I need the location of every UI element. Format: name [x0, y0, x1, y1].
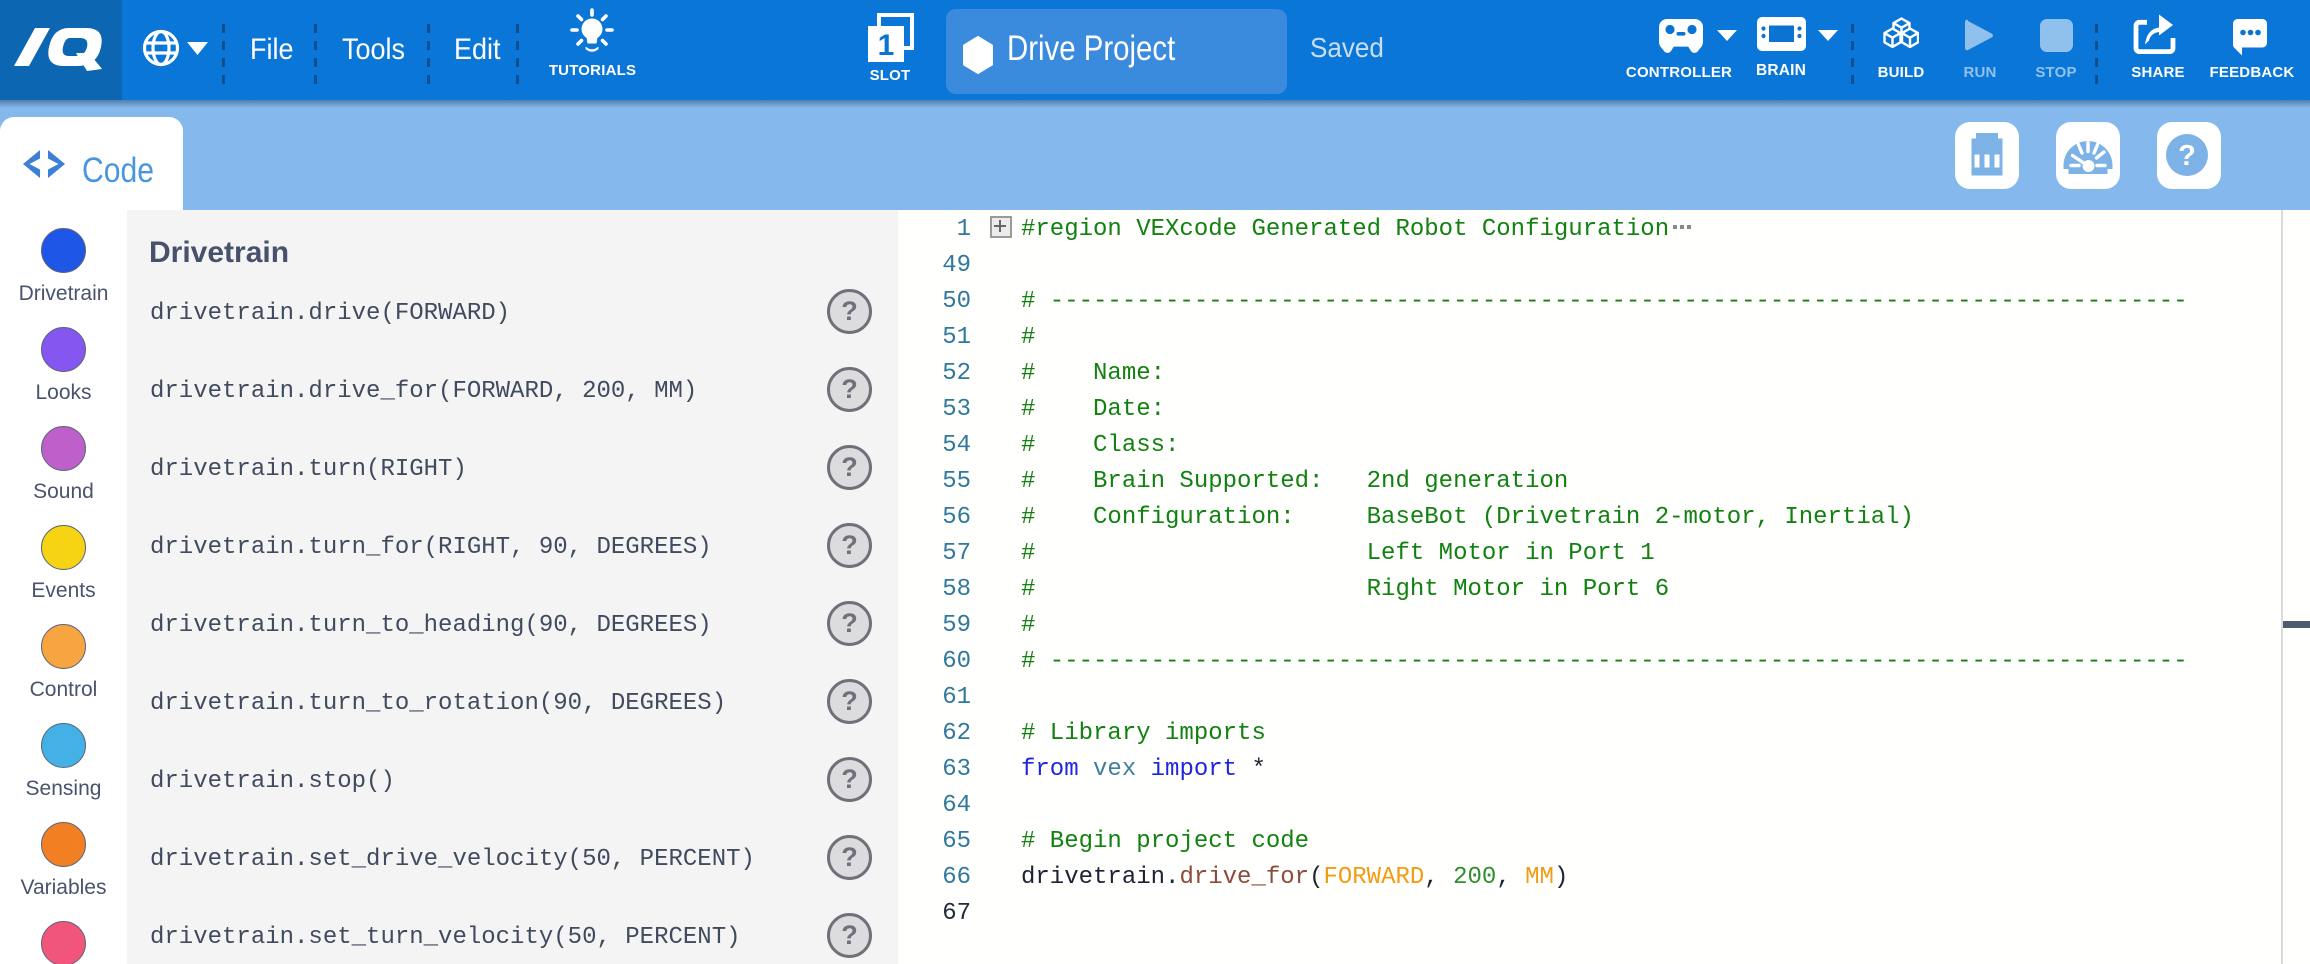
- svg-text:1: 1: [878, 29, 895, 62]
- svg-text:?: ?: [2178, 140, 2196, 172]
